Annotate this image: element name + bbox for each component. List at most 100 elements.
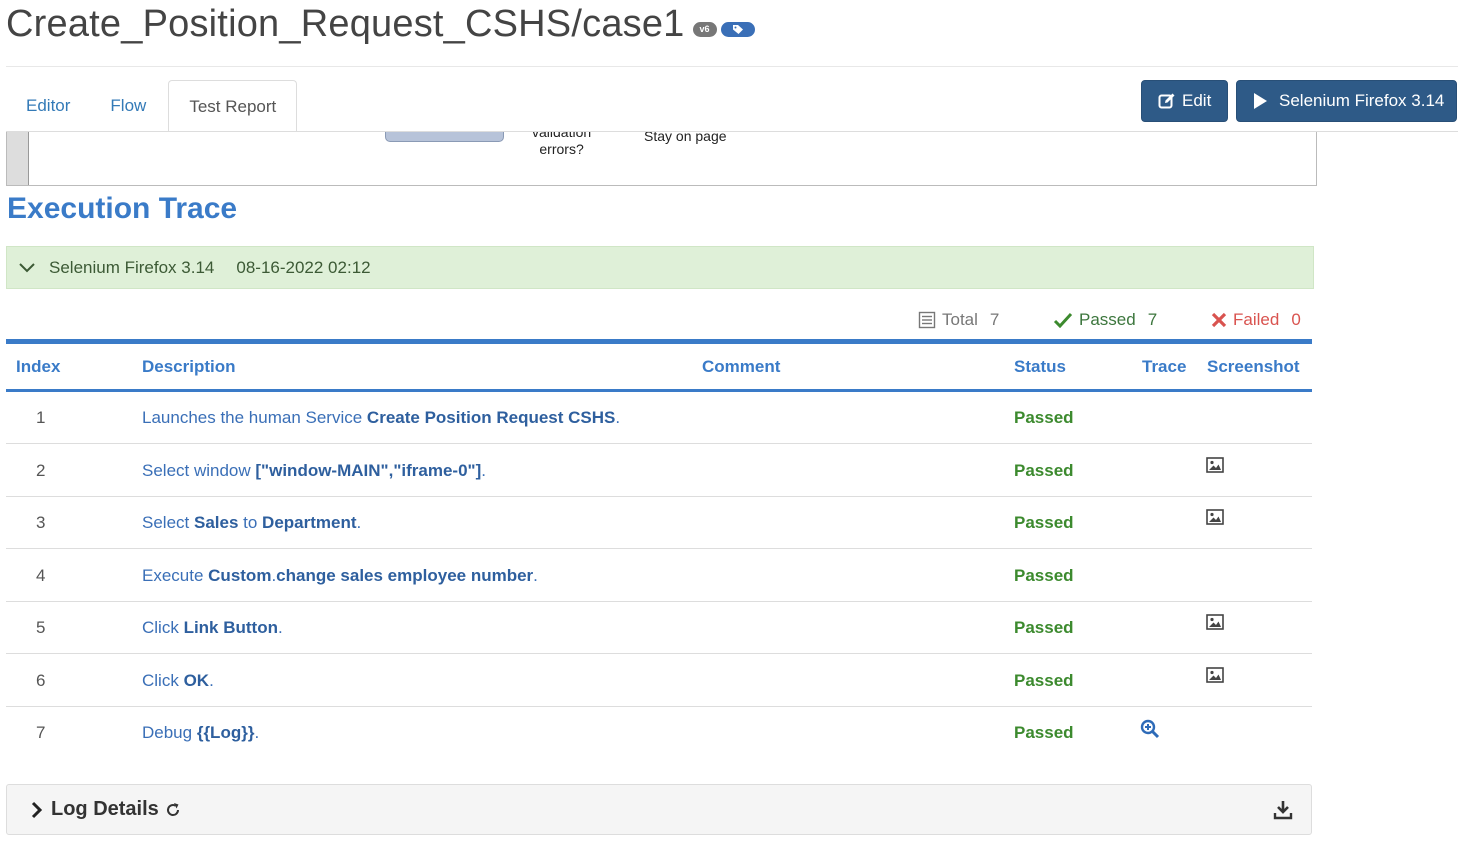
summary-total-label: Total: [942, 310, 978, 329]
row-description: Execute Custom.change sales employee num…: [142, 566, 538, 586]
check-icon: [1053, 312, 1073, 328]
diagram-activity-shape[interactable]: [385, 132, 504, 142]
list-icon: [918, 311, 936, 329]
header-comment: Comment: [702, 357, 781, 376]
image-icon[interactable]: [1206, 457, 1224, 478]
run-selenium-button[interactable]: Selenium Firefox 3.14: [1236, 80, 1457, 122]
table-row: 5 Click Link Button. Passed: [6, 602, 1312, 654]
desc-text-end: .: [615, 408, 621, 427]
desc-text: Launches the human Service: [142, 408, 367, 427]
desc-target: Create Position Request CSHS: [366, 408, 616, 427]
header-index: Index: [16, 357, 61, 376]
table-row: 6 Click OK. Passed: [6, 655, 1312, 707]
gateway-label-line2: errors?: [539, 141, 584, 157]
summary-failed-label: Failed: [1233, 310, 1280, 329]
desc-target: ["window-MAIN","iframe-0"]: [255, 461, 482, 480]
run-timestamp: 08-16-2022 02:12: [236, 257, 371, 277]
desc-text-end: .: [356, 513, 362, 532]
desc-target: {{Log}}: [196, 723, 255, 742]
row-status: Passed: [1014, 408, 1074, 427]
tab-flow[interactable]: Flow: [90, 80, 166, 132]
row-index: 3: [36, 513, 46, 532]
row-status: Passed: [1014, 566, 1074, 585]
desc-target-2: Department: [262, 513, 357, 532]
row-description: Select window ["window-MAIN","iframe-0"]…: [142, 461, 486, 481]
diagram-lane-bar: [7, 132, 29, 185]
desc-text-end: .: [481, 461, 486, 480]
header-status: Status: [1014, 357, 1066, 376]
table-row: 2 Select window ["window-MAIN","iframe-0"…: [6, 445, 1312, 497]
page-title: Create_Position_Request_CSHS/case1: [6, 2, 685, 45]
header-trace: Trace: [1142, 357, 1187, 376]
summary-passed-value: 7: [1147, 310, 1158, 329]
desc-text-mid: to: [238, 513, 263, 532]
edit-button[interactable]: Edit: [1141, 80, 1228, 122]
chevron-right-icon: [31, 801, 43, 819]
zoom-in-icon[interactable]: [1140, 719, 1160, 744]
desc-target: OK: [183, 671, 210, 690]
header-screenshot: Screenshot: [1207, 357, 1300, 376]
row-description: Click Link Button.: [142, 618, 283, 638]
summary-passed: Passed 7: [1053, 310, 1157, 330]
tag-icon: [732, 24, 743, 34]
download-icon[interactable]: [1273, 800, 1293, 820]
title-row: Create_Position_Request_CSHS/case1 v6: [6, 0, 755, 48]
row-index: 1: [36, 408, 46, 427]
table-row: 7 Debug {{Log}}. Passed: [6, 707, 1312, 759]
row-index: 7: [36, 723, 46, 742]
edit-button-label: Edit: [1182, 91, 1212, 110]
row-status: Passed: [1014, 671, 1074, 690]
flow-diagram[interactable]: validation errors? Stay on page: [6, 132, 1317, 186]
row-description: Select Sales to Department.: [142, 513, 361, 533]
row-index: 5: [36, 618, 46, 637]
image-icon[interactable]: [1206, 667, 1224, 688]
summary-failed-value: 0: [1291, 310, 1301, 329]
row-description: Click OK.: [142, 671, 214, 691]
version-badge: v6: [692, 21, 717, 37]
chevron-down-icon: [19, 262, 35, 273]
desc-target: Custom: [208, 566, 272, 585]
desc-target: Link Button: [183, 618, 278, 637]
diagram-gateway-label: validation errors?: [532, 132, 591, 158]
desc-target: Sales: [193, 513, 239, 532]
run-header[interactable]: Selenium Firefox 3.14 08-16-2022 02:12: [6, 246, 1314, 289]
desc-text-end: .: [277, 618, 283, 637]
x-icon: [1211, 312, 1227, 328]
desc-text: Select: [142, 513, 194, 532]
table-row: 1 Launches the human Service Create Posit…: [6, 392, 1312, 444]
image-icon[interactable]: [1206, 509, 1224, 530]
desc-text-end: .: [209, 671, 214, 690]
desc-text: Execute: [142, 566, 209, 585]
tab-test-report[interactable]: Test Report: [168, 80, 298, 132]
section-title: Execution Trace: [7, 192, 238, 225]
desc-text: Click: [142, 671, 184, 690]
log-details-label: Log Details: [51, 798, 159, 820]
summary-total: Total 7: [918, 310, 999, 330]
tab-editor[interactable]: Editor: [6, 80, 90, 132]
desc-text: Select window: [142, 461, 256, 480]
summary-passed-label: Passed: [1079, 310, 1136, 329]
table-header: Index Description Comment Status Trace S…: [6, 344, 1312, 392]
row-status: Passed: [1014, 723, 1074, 742]
log-details-bar[interactable]: Log Details: [6, 784, 1312, 835]
row-description: Launches the human Service Create Positi…: [142, 408, 620, 428]
table-row: 3 Select Sales to Department. Passed: [6, 497, 1312, 549]
play-icon: [1253, 93, 1267, 109]
gateway-label-line1: validation: [532, 132, 592, 140]
desc-target-2: change sales employee number: [276, 566, 534, 585]
tab-bar: Editor Flow Test Report: [6, 80, 298, 132]
refresh-icon[interactable]: [165, 802, 181, 818]
row-description: Debug {{Log}}.: [142, 723, 259, 743]
table-row: 4 Execute Custom.change sales employee nu…: [6, 550, 1312, 602]
row-status: Passed: [1014, 618, 1074, 637]
summary-total-value: 7: [989, 310, 1000, 329]
title-divider: [6, 66, 1458, 67]
desc-text: Debug: [142, 723, 197, 742]
run-selenium-label: Selenium Firefox 3.14: [1279, 91, 1445, 110]
image-icon[interactable]: [1206, 614, 1224, 635]
desc-text-end: .: [533, 566, 538, 585]
tag-badge[interactable]: [720, 21, 755, 37]
summary-failed: Failed 0: [1211, 310, 1301, 330]
row-status: Passed: [1014, 461, 1074, 480]
row-index: 4: [36, 566, 46, 585]
